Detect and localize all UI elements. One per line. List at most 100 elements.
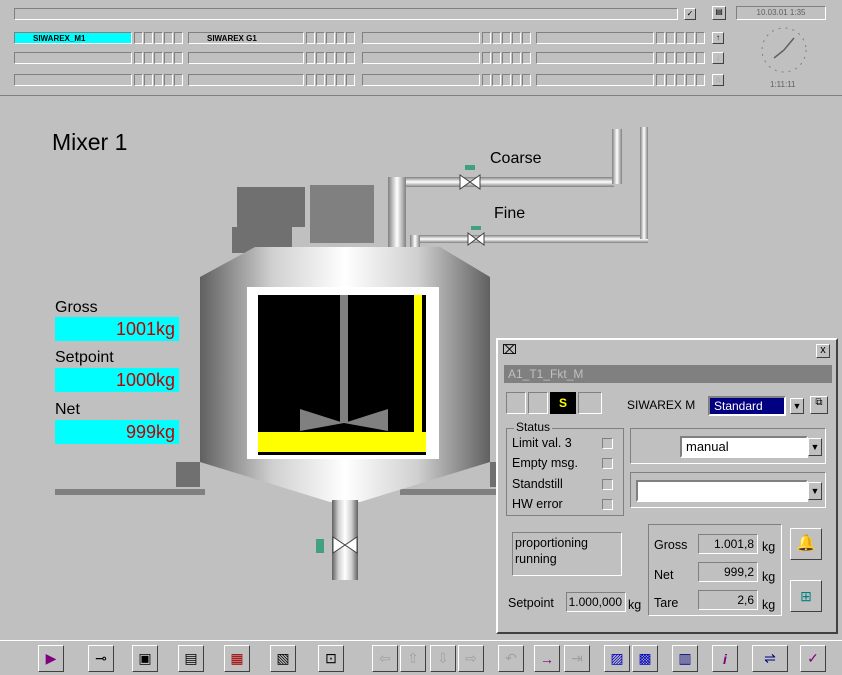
nav-down-icon[interactable]: ↓	[712, 52, 724, 64]
gross-label-fp: Gross	[654, 538, 688, 552]
faceplate-titlebar[interactable]: ⌧ x	[498, 340, 836, 362]
net-value-fp: 999,2	[698, 562, 758, 582]
bottom-toolbar: ▶ ⊸ ▣ ▤ ▦ ▧ ⊡ ⇦ ⇧ ⇩ ⇨ ↶ → ⇥ ▨ ▩ ▥ i ⇌ ✓	[0, 640, 842, 675]
info-icon[interactable]: i	[712, 645, 738, 672]
print-icon[interactable]: ▤	[178, 645, 204, 672]
report-icon[interactable]: ▧	[270, 645, 296, 672]
area-status-grid	[134, 52, 184, 64]
area-status-grid	[482, 74, 532, 86]
fine-label: Fine	[494, 205, 526, 222]
lamp-button-4[interactable]	[578, 392, 602, 414]
open-detail-icon[interactable]: ⧉	[810, 396, 828, 414]
chart-icon[interactable]: ▦	[224, 645, 250, 672]
folder-icon[interactable]: ▣	[132, 645, 158, 672]
play-icon[interactable]: ▶	[38, 645, 64, 672]
area-tag-empty[interactable]	[362, 74, 480, 86]
overview-bar: ✓ ▤ 10.03.01 1:35 SIWAREX_M1 SIWAREX G1 …	[0, 0, 842, 96]
network-icon[interactable]: ⊞	[790, 580, 822, 612]
setpoint-label-fp: Setpoint	[508, 596, 554, 610]
setpoint-unit: kg	[628, 598, 642, 612]
gross-value: 1001kg	[55, 317, 179, 341]
key-icon[interactable]: ⊸	[88, 645, 114, 672]
pin-icon[interactable]: ⌧	[502, 342, 517, 358]
area-tag-empty[interactable]	[188, 52, 304, 64]
acknowledge-icon[interactable]: ✓	[684, 8, 696, 20]
gross-value-fp: 1.001,8	[698, 534, 758, 554]
area-status-grid	[656, 32, 706, 44]
second-select[interactable]	[636, 480, 808, 502]
tare-unit: kg	[762, 598, 776, 612]
area-tag-empty[interactable]	[536, 52, 654, 64]
step-end-icon[interactable]: ⇥	[564, 645, 590, 672]
net-value: 999kg	[55, 420, 179, 444]
area-tag-siwarex-m1[interactable]: SIWAREX_M1	[14, 32, 132, 44]
faceplate-tag-name: A1_T1_Fkt_M	[504, 365, 832, 383]
nav-right-icon[interactable]: ⇨	[458, 645, 484, 672]
nav-down-arrow-icon[interactable]: ⇩	[430, 645, 456, 672]
alarm-list-icon[interactable]: ▨	[604, 645, 630, 672]
setpoint-value: 1000kg	[55, 368, 179, 392]
gross-unit: kg	[762, 540, 776, 554]
view-select-arrow-icon[interactable]: ▼	[790, 398, 804, 414]
net-unit: kg	[762, 570, 776, 584]
checkmark-icon[interactable]: ✓	[800, 645, 826, 672]
tare-label-fp: Tare	[654, 596, 679, 610]
s-button[interactable]: S	[550, 392, 576, 414]
setpoint-value-fp[interactable]: 1.000,000	[566, 592, 626, 612]
coarse-label: Coarse	[490, 150, 542, 167]
net-label-fp: Net	[654, 568, 674, 582]
nav-up-icon[interactable]: ↑	[712, 32, 724, 44]
area-tag-siwarex-g1[interactable]: SIWAREX G1	[188, 32, 304, 44]
area-status-grid	[482, 52, 532, 64]
nav-home-icon[interactable]: ⌂	[712, 74, 724, 86]
area-status-grid	[306, 52, 356, 64]
time-display: 1:11:11	[770, 80, 796, 89]
area-tag-empty[interactable]	[362, 32, 480, 44]
setpoint-label: Setpoint	[55, 349, 114, 366]
status-hw-error: HW error	[512, 497, 563, 511]
undo-icon[interactable]: ↶	[498, 645, 524, 672]
mode-select[interactable]: manual	[680, 436, 808, 458]
area-tag-empty[interactable]	[362, 52, 480, 64]
gross-label: Gross	[55, 299, 98, 316]
net-label: Net	[55, 401, 80, 418]
close-button[interactable]: x	[816, 344, 830, 358]
area-tag-empty[interactable]	[536, 32, 654, 44]
window-icon[interactable]: ⊡	[318, 645, 344, 672]
printer-icon[interactable]: ▤	[712, 6, 726, 20]
status-hw-error-indicator	[602, 499, 613, 510]
bell-icon[interactable]: 🔔	[790, 528, 822, 560]
lamp-button-1[interactable]	[506, 392, 526, 414]
area-status-grid	[306, 74, 356, 86]
area-status-grid	[656, 74, 706, 86]
area-status-grid	[306, 32, 356, 44]
area-status-grid	[482, 32, 532, 44]
status-empty-msg-indicator	[602, 458, 613, 469]
area-status-grid	[134, 74, 184, 86]
area-tag-empty[interactable]	[536, 74, 654, 86]
tare-value-fp: 2,6	[698, 590, 758, 610]
lamp-button-2[interactable]	[528, 392, 548, 414]
status-standstill: Standstill	[512, 477, 563, 491]
status-limit-val-3: Limit val. 3	[512, 436, 572, 450]
area-status-grid	[134, 32, 184, 44]
nav-up-arrow-icon[interactable]: ⇧	[400, 645, 426, 672]
alarm-ack-icon[interactable]: ▩	[632, 645, 658, 672]
mode-select-arrow-icon[interactable]: ▼	[808, 438, 822, 456]
area-tag-empty[interactable]	[14, 74, 132, 86]
clock-icon	[761, 27, 807, 73]
step-forward-icon[interactable]: →	[534, 645, 560, 672]
nav-left-icon[interactable]: ⇦	[372, 645, 398, 672]
status-standstill-indicator	[602, 479, 613, 490]
date-display: 10.03.01 1:35	[736, 6, 826, 20]
status-limit-val-3-indicator	[602, 438, 613, 449]
status-group-title: Status	[514, 420, 553, 434]
area-tag-empty[interactable]	[188, 74, 304, 86]
step-message: proportioning running	[512, 532, 622, 576]
second-select-arrow-icon[interactable]: ▼	[808, 482, 822, 500]
area-tag-empty[interactable]	[14, 52, 132, 64]
system-icon[interactable]: ▥	[672, 645, 698, 672]
alarm-line-1[interactable]	[14, 8, 678, 20]
transfer-icon[interactable]: ⇌	[752, 645, 788, 672]
view-select[interactable]: Standard	[708, 396, 786, 416]
